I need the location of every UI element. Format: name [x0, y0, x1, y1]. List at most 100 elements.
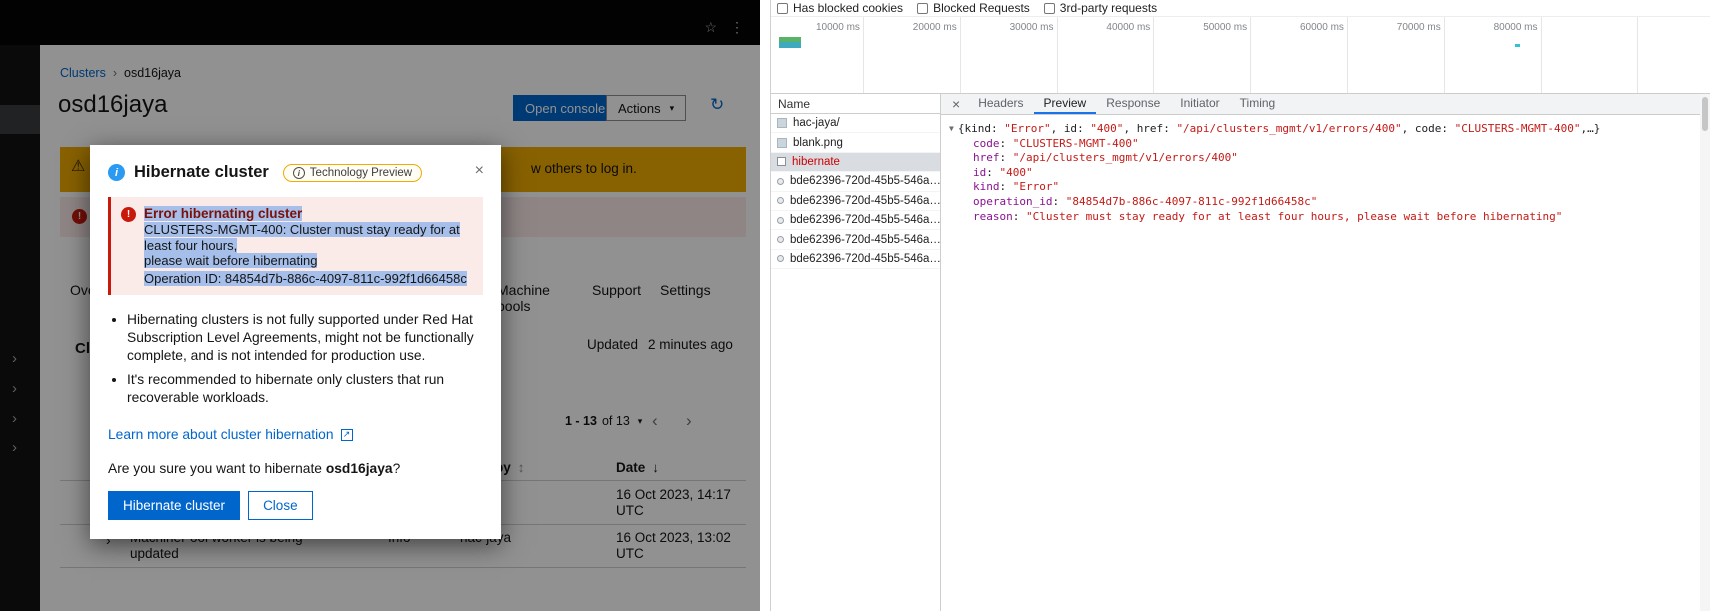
json-key: href [973, 151, 1000, 164]
request-name: bde62396-720d-45b5-546a… [790, 253, 940, 265]
request-row[interactable]: bde62396-720d-45b5-546a… [771, 172, 940, 191]
checkbox-icon[interactable] [777, 3, 788, 14]
scrollbar[interactable] [1700, 94, 1710, 611]
request-name: bde62396-720d-45b5-546a… [790, 195, 940, 207]
dot-icon [777, 217, 784, 224]
json-value: "400" [1090, 122, 1123, 135]
file-icon [777, 118, 787, 128]
timeline-label: 30000 ms [1010, 22, 1054, 33]
json-key: reason [973, 210, 1013, 223]
filter-3rd-party-requests[interactable]: 3rd-party requests [1044, 1, 1157, 15]
cluster-console-app: ☆ ⋮ › › › › Clusters › osd16jaya osd16ja… [0, 0, 760, 611]
technology-preview-badge: i Technology Preview [283, 164, 422, 182]
timeline-gridline [1541, 17, 1542, 93]
json-value: "84854d7b-886c-4097-811c-992f1d66458c" [1066, 195, 1318, 208]
json-key: id [973, 166, 986, 179]
timeline-gridline [1444, 17, 1445, 93]
request-row[interactable]: blank.png [771, 133, 940, 152]
tab-headers[interactable]: Headers [968, 94, 1033, 114]
timeline-label: 10000 ms [816, 22, 860, 33]
dot-icon [777, 236, 784, 243]
json-root-line: ▼ {kind: "Error", id: "400", href: "/api/… [949, 122, 1706, 137]
json-value: "Cluster must stay ready for at least fo… [1026, 210, 1562, 223]
request-name: bde62396-720d-45b5-546a… [790, 175, 940, 187]
scrollbar-thumb[interactable] [1702, 97, 1708, 131]
timeline-gridline [960, 17, 961, 93]
tab-initiator[interactable]: Initiator [1170, 94, 1229, 114]
bullet-item: It's recommended to hibernate only clust… [127, 371, 483, 407]
alert-operation-id: Operation ID: 84854d7b-886c-4097-811c-99… [144, 271, 467, 286]
json-key: href [1137, 122, 1164, 135]
name-header-label: Name [778, 97, 810, 111]
request-name: blank.png [793, 137, 843, 149]
checkbox-icon[interactable] [1044, 3, 1055, 14]
json-key: id [1064, 122, 1077, 135]
tab-preview[interactable]: Preview [1034, 94, 1097, 114]
modal-title: Hibernate cluster [134, 163, 269, 182]
json-key: kind [964, 122, 991, 135]
alert-title: Error hibernating cluster [144, 206, 302, 221]
detail-tabs: HeadersPreviewResponseInitiatorTiming [968, 94, 1285, 114]
close-icon[interactable]: × [475, 164, 484, 178]
network-filter-bar: Has blocked cookies Blocked Requests 3rd-p… [777, 1, 1157, 15]
json-property: reason: "Cluster must stay ready for at … [949, 210, 1706, 225]
tab-response[interactable]: Response [1096, 94, 1170, 114]
json-key: code [1415, 122, 1442, 135]
badge-info-icon: i [293, 167, 305, 179]
expander-triangle-icon[interactable]: ▼ [949, 124, 954, 133]
timeline-label: 20000 ms [913, 22, 957, 33]
hibernate-cluster-button[interactable]: Hibernate cluster [108, 491, 240, 520]
checkbox-icon[interactable] [917, 3, 928, 14]
close-button[interactable]: Close [248, 491, 313, 520]
confirm-cluster-name: osd16jaya [326, 461, 393, 476]
devtools-network-panel: Has blocked cookies Blocked Requests 3rd-p… [770, 0, 1710, 611]
json-value: "CLUSTERS-MGMT-400" [1455, 122, 1581, 135]
json-key: code [973, 137, 1000, 150]
request-row[interactable]: bde62396-720d-45b5-546a… [771, 230, 940, 249]
preview-summary-text: {kind: "Error", id: "400", href: "/api/c… [958, 122, 1601, 135]
json-value: "CLUSTERS-MGMT-400" [1013, 137, 1139, 150]
timeline-label: 60000 ms [1300, 22, 1344, 33]
external-link-icon: ↗ [341, 429, 353, 441]
filter-blocked-requests[interactable]: Blocked Requests [917, 1, 1030, 15]
json-preview: ▼ {kind: "Error", id: "400", href: "/api/… [941, 115, 1710, 224]
json-value: "Error" [1013, 180, 1059, 193]
timeline-gridline [1347, 17, 1348, 93]
request-row[interactable]: bde62396-720d-45b5-546a… [771, 192, 940, 211]
json-value: "Error" [1004, 122, 1050, 135]
request-detail-pane: × HeadersPreviewResponseInitiatorTiming … [941, 94, 1710, 611]
preview-properties: code: "CLUSTERS-MGMT-400"href: "/api/clu… [949, 137, 1706, 225]
filter-label: Blocked Requests [933, 1, 1030, 15]
alert-exclamation-icon: ! [121, 207, 136, 222]
json-key: operation_id [973, 195, 1052, 208]
badge-label: Technology Preview [310, 167, 412, 179]
request-row[interactable]: hac-jaya/ [771, 114, 940, 133]
learn-more-label: Learn more about cluster hibernation [108, 427, 334, 442]
timeline-gridline [1250, 17, 1251, 93]
filter-has-blocked-cookies[interactable]: Has blocked cookies [777, 1, 903, 15]
json-value: "400" [1000, 166, 1033, 179]
dot-icon [777, 255, 784, 262]
learn-more-link[interactable]: Learn more about cluster hibernation ↗ [108, 427, 353, 442]
json-value: "/api/clusters_mgmt/v1/errors/400" [1013, 151, 1238, 164]
timeline-label: 70000 ms [1397, 22, 1441, 33]
request-name: bde62396-720d-45b5-546a… [790, 234, 940, 246]
alert-message: please wait before hibernating [144, 253, 317, 268]
name-column-header[interactable]: Name [771, 94, 940, 114]
request-row[interactable]: bde62396-720d-45b5-546a… [771, 211, 940, 230]
timeline-label: 40000 ms [1106, 22, 1150, 33]
timeline-label: 50000 ms [1203, 22, 1247, 33]
request-name: bde62396-720d-45b5-546a… [790, 214, 940, 226]
request-row[interactable]: bde62396-720d-45b5-546a… [771, 250, 940, 269]
overview-chart-icon [779, 37, 801, 48]
request-list: hac-jaya/blank.png hibernate bde62396-720d… [771, 114, 940, 269]
filter-label: 3rd-party requests [1060, 1, 1157, 15]
dot-icon [777, 178, 784, 185]
confirm-prefix: Are you sure you want to hibernate [108, 461, 326, 476]
timeline-ruler[interactable]: 10000 ms 20000 ms 30000 ms 40000 ms 50000 ms… [771, 16, 1710, 94]
dot-icon [777, 197, 784, 204]
close-detail-icon[interactable]: × [946, 94, 968, 114]
tab-timing[interactable]: Timing [1230, 94, 1286, 114]
bullet-item: Hibernating clusters is not fully suppor… [127, 311, 483, 365]
request-row[interactable]: hibernate [771, 153, 940, 172]
